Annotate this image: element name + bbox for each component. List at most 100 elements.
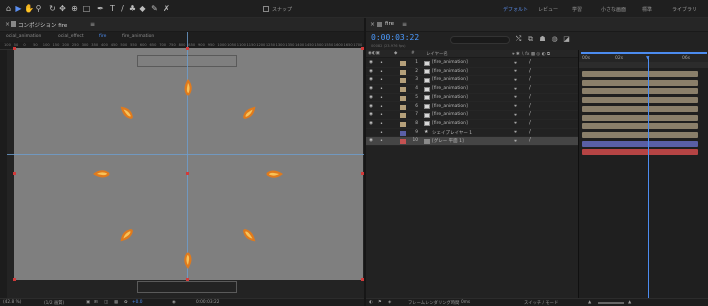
layer-row[interactable]: ◉ • 3 [fire_animation] ⚹ /	[366, 76, 578, 86]
composition-tab-title[interactable]: コンポジション fire	[18, 21, 67, 29]
pen-tool-icon[interactable]: ✒	[96, 4, 105, 13]
pan-behind-icon[interactable]: ⊕	[70, 4, 79, 13]
fire-flame-sprite[interactable]	[177, 77, 199, 99]
track-area[interactable]: 00s 02s ▼ 06s	[578, 50, 708, 306]
shy-icon[interactable]: ☗	[538, 35, 547, 44]
layer-name[interactable]: [fire_animation]	[432, 69, 468, 74]
breadcrumb-item[interactable]: fire_animation	[122, 34, 154, 39]
layer-name[interactable]: [fire_animation]	[432, 60, 468, 65]
transform-handle[interactable]	[13, 47, 16, 50]
roto-brush-icon[interactable]: ✎	[150, 4, 159, 13]
breadcrumb-item-current[interactable]: fire	[99, 34, 106, 39]
visibility-eye-icon[interactable]: ◉	[369, 112, 373, 117]
layer-row[interactable]: ◉ • 5 [fire_animation] ⚹ /	[366, 94, 578, 103]
transform-handle[interactable]	[361, 278, 364, 281]
layer-search-input[interactable]	[450, 36, 510, 44]
layer-name[interactable]: [グレー 平面 1]	[432, 138, 464, 144]
collapse-switch-icon[interactable]: ⚹	[514, 120, 517, 126]
current-time-readout[interactable]: 0:00:03:22	[196, 300, 219, 305]
snapshot-icon[interactable]: ◉	[172, 300, 176, 305]
rectangle-tool-icon[interactable]: □	[82, 4, 91, 13]
time-navigator[interactable]	[579, 62, 708, 68]
layer-name[interactable]: シェイプレイヤー 1	[432, 130, 472, 136]
switches-header[interactable]: ⚹ ✱ ∖ fx ▩ ◎ ◐ ⧉	[512, 51, 550, 57]
layer-name-header[interactable]: レイヤー名	[426, 51, 448, 57]
layer-name[interactable]: [fire_animation]	[432, 95, 468, 100]
layer-row[interactable]: ◉ • 2 [fire_animation] ⚹ /	[366, 68, 578, 77]
stamp-tool-icon[interactable]: ♣	[128, 4, 137, 13]
breadcrumb-item[interactable]: ocial_animation	[6, 34, 41, 39]
collapse-switch-icon[interactable]: ⚹	[514, 94, 517, 100]
fire-flame-sprite[interactable]	[91, 163, 113, 185]
color-wheel-icon[interactable]: ✿	[124, 300, 128, 305]
label-color-swatch[interactable]	[400, 130, 406, 136]
label-color-swatch[interactable]	[400, 78, 406, 84]
transform-handle[interactable]	[13, 278, 16, 281]
transform-handle[interactable]	[361, 172, 364, 175]
layer-row[interactable]: ◉ • 4 [fire_animation] ⚹ /	[366, 85, 578, 94]
layer-duration-bar[interactable]	[582, 105, 698, 112]
layer-row[interactable]: • 9 ★ シェイプレイヤー 1 ⚹ /	[366, 129, 578, 138]
workspace-default[interactable]: デフォルト	[503, 6, 528, 13]
layer-duration-bar[interactable]	[582, 114, 698, 121]
close-icon[interactable]: ×	[370, 21, 375, 28]
solo-dot-icon[interactable]: •	[380, 69, 383, 75]
workspace-standard[interactable]: 標準	[642, 6, 652, 13]
label-color-swatch[interactable]	[400, 95, 406, 101]
fire-flame-sprite[interactable]	[116, 102, 138, 124]
collapse-switch-icon[interactable]: ⚹	[514, 103, 517, 109]
quality-switch-icon[interactable]: /	[529, 94, 531, 100]
label-color-swatch[interactable]	[400, 113, 406, 119]
solo-dot-icon[interactable]: •	[380, 138, 383, 144]
zoom-in-icon[interactable]: ▲	[628, 300, 631, 305]
draft-3d-icon[interactable]: ⧉	[526, 35, 535, 44]
fire-flame-sprite[interactable]	[263, 163, 285, 185]
layer-name[interactable]: [fire_animation]	[432, 77, 468, 82]
visibility-eye-icon[interactable]: ◉	[369, 77, 373, 82]
layer-name[interactable]: [fire_animation]	[432, 86, 468, 91]
layer-duration-bar[interactable]	[582, 140, 698, 147]
label-color-swatch[interactable]	[400, 121, 406, 127]
puppet-pin-icon[interactable]: ✗	[162, 4, 171, 13]
quality-switch-icon[interactable]: /	[529, 129, 531, 135]
fire-flame-sprite[interactable]	[177, 249, 199, 271]
solo-dot-icon[interactable]: •	[380, 95, 383, 101]
rotate-tool-icon[interactable]: ↻	[48, 4, 57, 13]
collapse-switch-icon[interactable]: ⚹	[514, 138, 517, 144]
collapse-switch-icon[interactable]: ⚹	[514, 60, 517, 66]
fire-flame-sprite[interactable]	[116, 224, 138, 246]
label-color-swatch[interactable]	[400, 61, 406, 66]
solo-icon[interactable]: ⚑	[378, 300, 382, 305]
av-features-icon[interactable]: ◉◐▣	[368, 51, 380, 56]
camera-tool-icon[interactable]: ✥	[58, 4, 67, 13]
layer-duration-bar[interactable]	[582, 88, 698, 95]
solo-dot-icon[interactable]: •	[380, 130, 383, 136]
collapse-switch-icon[interactable]: ⚹	[514, 112, 517, 118]
layer-duration-bar[interactable]	[582, 97, 698, 104]
solo-dot-icon[interactable]: •	[380, 121, 383, 127]
layer-name[interactable]: [fire_animation]	[432, 104, 468, 109]
label-column-icon[interactable]: ◆	[394, 51, 397, 56]
exposure-value[interactable]: +0.0	[132, 300, 142, 305]
switches-modes-toggle[interactable]: スイッチ / モード	[524, 300, 558, 306]
layer-row[interactable]: ◉ • 8 [fire_animation] ⚹ /	[366, 120, 578, 129]
label-color-swatch[interactable]	[400, 104, 406, 110]
transform-handle[interactable]	[186, 278, 189, 281]
solo-dot-icon[interactable]: •	[380, 112, 383, 118]
comp-flowchart-icon[interactable]: ⤭	[514, 35, 523, 44]
current-timecode[interactable]: 0:00:03:22	[371, 33, 419, 42]
layer-name[interactable]: [fire_animation]	[432, 121, 468, 126]
close-icon[interactable]: ×	[5, 21, 10, 28]
solo-dot-icon[interactable]: •	[380, 104, 383, 110]
layer-duration-bar[interactable]	[582, 149, 698, 156]
time-ruler[interactable]: 00s 02s ▼ 06s	[579, 50, 708, 68]
visibility-eye-icon[interactable]: ◉	[369, 121, 373, 126]
workspace-small-screen[interactable]: 小さな画面	[601, 6, 626, 13]
select-tool-icon[interactable]: ▶	[14, 4, 23, 13]
layer-duration-bar[interactable]	[582, 123, 698, 130]
snap-checkbox[interactable]	[263, 6, 269, 12]
transform-handle[interactable]	[361, 47, 364, 50]
lock-icon[interactable]	[11, 21, 16, 27]
eraser-tool-icon[interactable]: ◆	[138, 4, 147, 13]
type-tool-icon[interactable]: T	[108, 4, 117, 13]
